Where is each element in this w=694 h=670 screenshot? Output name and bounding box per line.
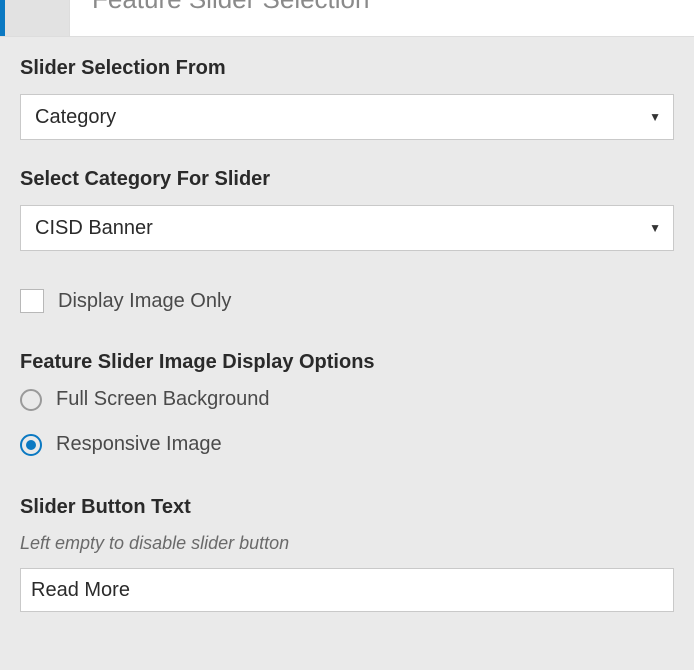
display-image-only-checkbox-row[interactable]: Display Image Only <box>20 289 674 313</box>
header-tab-indicator <box>0 0 70 36</box>
display-options-label: Feature Slider Image Display Options <box>20 351 674 374</box>
header-panel: Feature Slider Selection <box>70 0 694 36</box>
display-options-field: Feature Slider Image Display Options Ful… <box>20 351 674 456</box>
radio-dot-icon <box>26 440 36 450</box>
settings-content: Slider Selection From Category ▼ Select … <box>0 37 694 660</box>
select-value: Category <box>35 106 116 129</box>
display-options-radio-group: Full Screen Background Responsive Image <box>20 388 674 456</box>
slider-button-text-label: Slider Button Text <box>20 496 674 519</box>
slider-selection-from-select[interactable]: Category ▼ <box>20 94 674 140</box>
slider-button-text-field: Slider Button Text Left empty to disable… <box>20 496 674 612</box>
chevron-down-icon: ▼ <box>649 110 661 124</box>
radio-full-screen-background[interactable]: Full Screen Background <box>20 388 674 411</box>
display-image-only-checkbox[interactable] <box>20 289 44 313</box>
slider-button-text-help: Left empty to disable slider button <box>20 533 674 554</box>
slider-selection-from-field: Slider Selection From Category ▼ <box>20 57 674 140</box>
display-image-only-label: Display Image Only <box>58 290 231 313</box>
radio-label: Full Screen Background <box>56 388 269 411</box>
select-category-label: Select Category For Slider <box>20 168 674 191</box>
radio-button[interactable] <box>20 389 42 411</box>
slider-button-text-input[interactable] <box>20 568 674 612</box>
select-category-field: Select Category For Slider CISD Banner ▼ <box>20 168 674 251</box>
section-title: Feature Slider Selection <box>92 0 369 12</box>
select-category-select[interactable]: CISD Banner ▼ <box>20 205 674 251</box>
slider-selection-from-label: Slider Selection From <box>20 57 674 80</box>
header-row: Feature Slider Selection <box>0 0 694 37</box>
radio-label: Responsive Image <box>56 433 222 456</box>
radio-responsive-image[interactable]: Responsive Image <box>20 433 674 456</box>
chevron-down-icon: ▼ <box>649 221 661 235</box>
radio-button[interactable] <box>20 434 42 456</box>
select-value: CISD Banner <box>35 217 153 240</box>
